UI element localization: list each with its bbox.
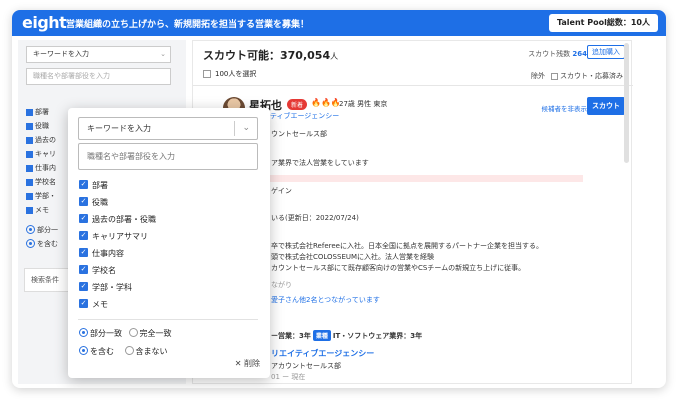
add-purchase-button[interactable]: 追加購入 [587,45,625,59]
check-school[interactable]: ✓ 学校名 [79,265,116,277]
check-dept[interactable]: ✓ 部署 [79,180,108,192]
detail-line: カウントセールス部にて既存顧客向けの営業やCSチームの新規立ち上げに従事。 [271,264,526,272]
keyword-select[interactable]: キーワードを入力 ⌄ [78,117,258,140]
eight-logo[interactable]: eight [22,13,67,32]
divider [78,319,258,320]
exclude-filter[interactable]: 除外 スカウト・応募済み [531,71,623,81]
scout-available-count: スカウト可能：370,054人 [203,49,339,62]
detail-line: ながり [271,281,292,289]
highlight-bar [263,175,583,182]
check-career-summary[interactable]: ✓ キャリアサマリ [79,231,148,243]
bg-check-item[interactable]: キャリ [26,149,56,159]
chevron-down-icon: ⌄ [160,50,166,58]
bg-check-item[interactable]: 過去の [26,135,56,145]
close-icon: ✕ [234,359,242,368]
radio-exact-match[interactable]: 完全一致 [128,328,172,338]
bg-check-item[interactable]: 学校名 [26,177,56,187]
check-past-dept[interactable]: ✓ 過去の部署・役職 [79,214,156,226]
scout-button[interactable]: スカウト [587,97,625,115]
chevron-down-icon: ⌄ [242,123,250,133]
detail-line: 卒で株式会社Refereeに入社。日本全国に拠点を展開するパートナー企業を担当す… [271,242,543,250]
bg-check-item[interactable]: メモ [26,205,49,215]
radio-include[interactable]: を含む [79,346,114,356]
bg-check-item[interactable]: 部署 [26,107,49,117]
bg-check-item[interactable]: 役職 [26,121,49,131]
check-faculty[interactable]: ✓ 学部・学科 [79,282,132,294]
check-memo[interactable]: ✓ メモ [79,299,108,311]
bg-dept-input[interactable]: 職種名や部署部役を入力 [26,68,171,85]
check-job-content[interactable]: ✓ 仕事内容 [79,248,124,260]
detail-line: 01 ー 現在 [271,373,306,381]
scout-remaining: スカウト残数 264 [528,50,587,58]
select-100-checkbox[interactable]: 100人を選択 [203,69,256,79]
top-bar: eight 営業組織の立ち上げから、新規開拓を担当する営業を募集！ Talent… [12,10,666,36]
career-company[interactable]: リエイティブエージェンシー [271,348,374,359]
flame-icon: 🔥🔥🔥 [311,98,341,107]
detail-line: いる(更新日：2022/07/24) [271,214,359,222]
radio-exclude[interactable]: 含まない [124,346,168,356]
bg-check-item[interactable]: 仕事内 [26,163,56,173]
bg-radio-partial[interactable]: 部分一 [26,224,58,235]
check-position[interactable]: ✓ 役職 [79,197,108,209]
candidate-meta: 27歳 男性 東京 [339,100,388,108]
divider [193,85,633,86]
detail-line: 頭で株式会社COLOSSEUMに入社。法人営業を経験 [271,253,435,261]
bg-radio-include[interactable]: を含む [26,238,58,249]
app-window: eight 営業組織の立ち上げから、新規開拓を担当する営業を募集！ Talent… [12,10,666,388]
hide-candidate-link[interactable]: 候補者を非表示 [542,103,588,113]
experience-line: ー営業：3年 業種 IT・ソフトウェア業界：3年 [271,330,423,341]
job-tagline: 営業組織の立ち上げから、新規開拓を担当する営業を募集！ [66,20,310,30]
new-badge: 新着 [287,99,308,110]
connections-link[interactable]: 愛子さん他2名とつながっています [271,295,380,305]
include-radio-group: を含む 含まない [79,346,168,358]
bg-keyword-select[interactable]: キーワードを入力 ⌄ [26,46,171,63]
detail-line: ウントセールス部 [271,130,327,138]
bg-check-item[interactable]: 学部・ [26,191,56,201]
match-radio-group: 部分一致 完全一致 [79,328,172,340]
detail-line: アカウントセールス部 [271,362,341,370]
delete-button[interactable]: ✕ 削除 [235,358,260,369]
talent-pool-button[interactable]: Talent Pool総数：10人 [548,14,658,32]
detail-line: ア業界で法人営業をしています [271,159,369,167]
industry-tag: 業種 [312,330,331,341]
detail-line: ゲイン [271,187,292,195]
radio-partial-match[interactable]: 部分一致 [79,328,122,338]
scrollbar[interactable] [624,43,629,163]
dept-search-input[interactable] [78,143,258,170]
keyword-filter-popup: キーワードを入力⌄ ✓部署 ✓役職 ✓過去の部署・役職 ✓キャリアサマリ ✓仕事… [68,108,270,378]
